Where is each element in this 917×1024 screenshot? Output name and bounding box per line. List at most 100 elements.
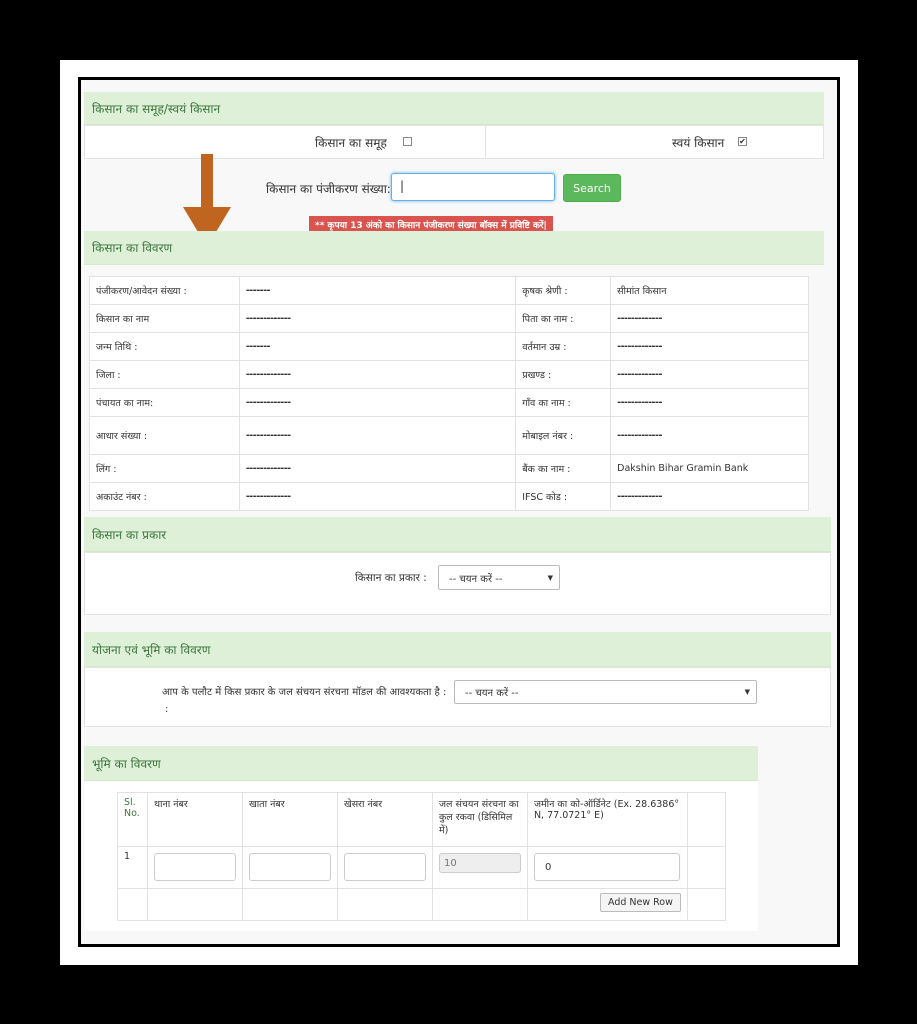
detail-label: पिता का नाम : (515, 304, 612, 333)
detail-value: ------------- (238, 388, 517, 417)
action-cell-2 (146, 888, 243, 921)
row-empty (686, 846, 727, 889)
detail-label: आधार संख्या : (89, 416, 240, 455)
registration-input[interactable]: | (391, 173, 555, 201)
chevron-down-icon: ▼ (744, 688, 750, 696)
detail-label: मोबाइल नंबर : (515, 416, 612, 455)
action-cell-6: Add New Row (526, 888, 688, 921)
khesra-number-input[interactable] (343, 853, 426, 881)
detail-label: पंजीकरण/आवेदन संख्या : (89, 276, 240, 305)
farmer-details-row: पंचायत का नाम: ------------- गाँव का नाम :… (89, 388, 809, 417)
detail-label: अकाउंट नंबर : (89, 482, 240, 511)
header-sl-no: Sl. No. (117, 792, 148, 847)
detail-label: लिंग : (89, 454, 240, 483)
scheme-select[interactable]: -- चयन करें -- ▼ (454, 680, 757, 704)
total-area-input: 10 (438, 853, 521, 873)
farmer-details-table: पंजीकरण/आवेदन संख्या : ------- कृषक श्रेणी… (89, 276, 809, 511)
farmer-details-row: जन्म तिथि : ------- वर्तमान उम्र : --------… (89, 332, 809, 361)
detail-label: किसान का नाम (89, 304, 240, 333)
land-details-table: Sl. No. थाना नंबर खाता नंबर खेसरा नंबर ज… (117, 792, 727, 921)
detail-value: Dakshin Bihar Gramin Bank (610, 454, 809, 483)
header-total-area: जल संचयन संरचना का कुल रकवा (डिसिमिल में… (431, 792, 528, 847)
detail-value: ------------- (610, 416, 809, 455)
land-row: 1 10 0 (117, 846, 727, 889)
total-area-value: 10 (443, 858, 457, 869)
detail-label: कृषक श्रेणी : (515, 276, 612, 305)
detail-value: ------------- (610, 360, 809, 389)
self-checkbox[interactable]: ✔ (738, 137, 747, 146)
divider (485, 126, 486, 158)
header-khesra-number: खेसरा नंबर (336, 792, 433, 847)
land-details-title: भूमि का विवरण (92, 756, 161, 771)
header-coordinates: जमीन का को-ऑर्डिनेट (Ex. 28.6386° N, 77.… (526, 792, 688, 847)
detail-label: गाँव का नाम : (515, 388, 612, 417)
land-actions-row: Add New Row (117, 888, 727, 921)
header-thana-number: थाना नंबर (146, 792, 243, 847)
header-empty (686, 792, 727, 847)
farmer-type-select[interactable]: -- चयन करें -- ▼ (438, 565, 560, 590)
farmer-details-row: किसान का नाम ------------- पिता का नाम : --… (89, 304, 809, 333)
scheme-label-colon: : (165, 704, 169, 715)
action-cell-4 (336, 888, 433, 921)
farmer-details-header: किसान का विवरण (84, 231, 824, 265)
search-button-label: Search (573, 181, 611, 195)
coordinates-input[interactable]: 0 (533, 853, 680, 881)
scheme-title: योजना एवं भूमि का विवरण (92, 642, 211, 657)
action-cell-5 (431, 888, 528, 921)
group-section-title: किसान का समूह/स्वयं किसान (92, 101, 221, 116)
farmer-details-row: जिला : ------------- प्रखण्ड : ------------… (89, 360, 809, 389)
farmer-details-row: लिंग : ------------- बैंक का नाम : Dakshin … (89, 454, 809, 483)
detail-value: ------------- (238, 482, 517, 511)
thana-number-input[interactable] (153, 853, 236, 881)
detail-label: IFSC कोड : (515, 482, 612, 511)
self-label: स्वयं किसान (672, 136, 725, 150)
registration-notice-text: ** कृपया 13 अंको का किसान पंजीकरण संख्या… (315, 221, 547, 231)
detail-label: बैंक का नाम : (515, 454, 612, 483)
detail-label: वर्तमान उम्र : (515, 332, 612, 361)
add-new-row-button[interactable]: Add New Row (599, 893, 681, 912)
action-cell-1 (117, 888, 148, 921)
farmer-details-row: अकाउंट नंबर : ------------- IFSC कोड : ----… (89, 482, 809, 511)
group-checkbox[interactable] (403, 137, 412, 146)
detail-value: ------------- (610, 482, 809, 511)
detail-label: पंचायत का नाम: (89, 388, 240, 417)
group-section-header: किसान का समूह/स्वयं किसान (84, 92, 824, 125)
farmer-type-body: किसान का प्रकार : -- चयन करें -- ▼ (84, 552, 831, 615)
detail-value: ------------- (610, 388, 809, 417)
farmer-details-row: पंजीकरण/आवेदन संख्या : ------- कृषक श्रेणी… (89, 276, 809, 305)
farmer-details-row: आधार संख्या : ------------- मोबाइल नंबर :-… (89, 416, 809, 455)
land-details-header: भूमि का विवरण (84, 746, 758, 781)
scheme-label: आप के पलौट में किस प्रकार के जल संचयन सं… (162, 687, 447, 698)
detail-value: ------------- (238, 416, 517, 455)
farmer-type-label: किसान का प्रकार : (355, 572, 427, 584)
detail-label: जिला : (89, 360, 240, 389)
form-screenshot: किसान का समूह/स्वयं किसान किसान का समूह … (78, 77, 840, 947)
search-button[interactable]: Search (563, 174, 621, 202)
detail-value: सीमांत किसान (610, 276, 809, 305)
farmer-type-header: किसान का प्रकार (84, 517, 831, 552)
detail-value: ------------- (238, 304, 517, 333)
detail-value: ------------- (238, 454, 517, 483)
scheme-body: आप के पलौट में किस प्रकार के जल संचयन सं… (84, 667, 831, 727)
detail-value: ------- (238, 276, 517, 305)
coordinates-value: 0 (544, 862, 552, 873)
farmer-details-title: किसान का विवरण (92, 241, 173, 255)
group-label: किसान का समूह (315, 136, 387, 150)
khata-number-input[interactable] (248, 853, 331, 881)
detail-value: ------- (238, 332, 517, 361)
detail-label: प्रखण्ड : (515, 360, 612, 389)
action-cell-3 (241, 888, 338, 921)
registration-label: किसान का पंजीकरण संख्या: (266, 182, 391, 196)
farmer-type-selected: -- चयन करें -- (449, 573, 503, 585)
scheme-header: योजना एवं भूमि का विवरण (84, 632, 831, 667)
detail-value: ------------- (610, 304, 809, 333)
header-khata-number: खाता नंबर (241, 792, 338, 847)
land-header-row: Sl. No. थाना नंबर खाता नंबर खेसरा नंबर ज… (117, 792, 727, 847)
chevron-down-icon: ▼ (547, 573, 553, 582)
action-cell-7 (686, 888, 727, 921)
detail-value: ------------- (238, 360, 517, 389)
registration-input-value: | (400, 179, 405, 193)
detail-label: जन्म तिथि : (89, 332, 240, 361)
farmer-type-title: किसान का प्रकार (92, 527, 167, 542)
detail-value: ------------- (610, 332, 809, 361)
